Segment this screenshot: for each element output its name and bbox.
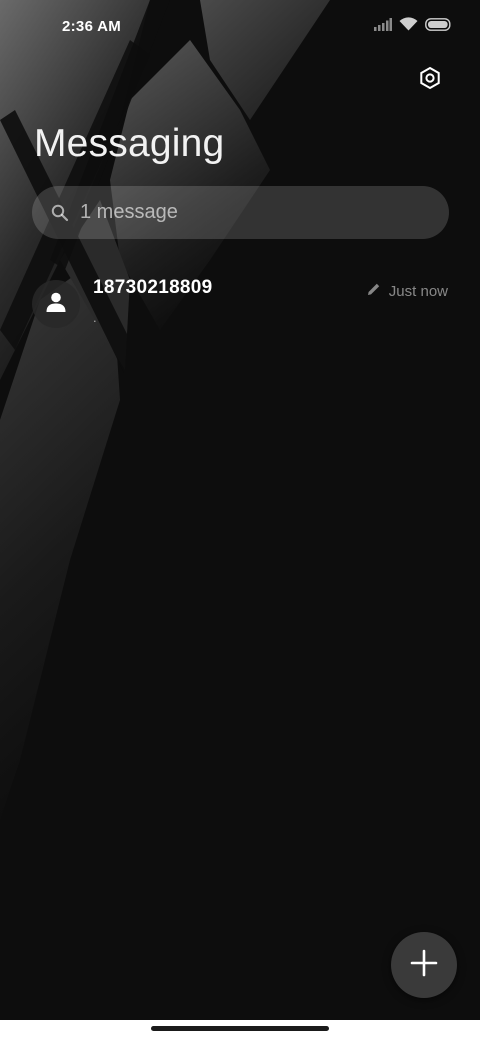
wifi-icon [399, 17, 418, 36]
plus-icon [410, 949, 438, 982]
pencil-icon [367, 282, 381, 301]
conversation-item[interactable]: 18730218809 . Just now [0, 262, 480, 342]
new-message-button[interactable] [391, 932, 457, 998]
conversation-time: Just now [388, 283, 448, 300]
battery-icon [425, 17, 452, 36]
page-title: Messaging [34, 122, 225, 165]
settings-icon [418, 66, 442, 95]
navigation-bar [0, 1020, 480, 1040]
avatar[interactable] [32, 280, 80, 328]
conversation-meta: Just now [367, 282, 448, 301]
conversation-snippet: . [93, 310, 97, 325]
status-time: 2:36 AM [62, 18, 122, 35]
search-bar[interactable]: 1 message [32, 186, 449, 239]
settings-button[interactable] [416, 66, 444, 94]
status-icons [374, 17, 452, 36]
status-bar: 2:36 AM [0, 0, 480, 56]
signal-icon [374, 17, 392, 36]
search-text: 1 message [80, 201, 178, 223]
messaging-screen: 2:36 AM Messaging 1 message 18730218809 … [0, 0, 480, 1040]
search-icon [50, 203, 70, 223]
conversation-name: 18730218809 [93, 277, 213, 298]
home-indicator[interactable] [151, 1026, 329, 1031]
person-icon [45, 291, 67, 318]
